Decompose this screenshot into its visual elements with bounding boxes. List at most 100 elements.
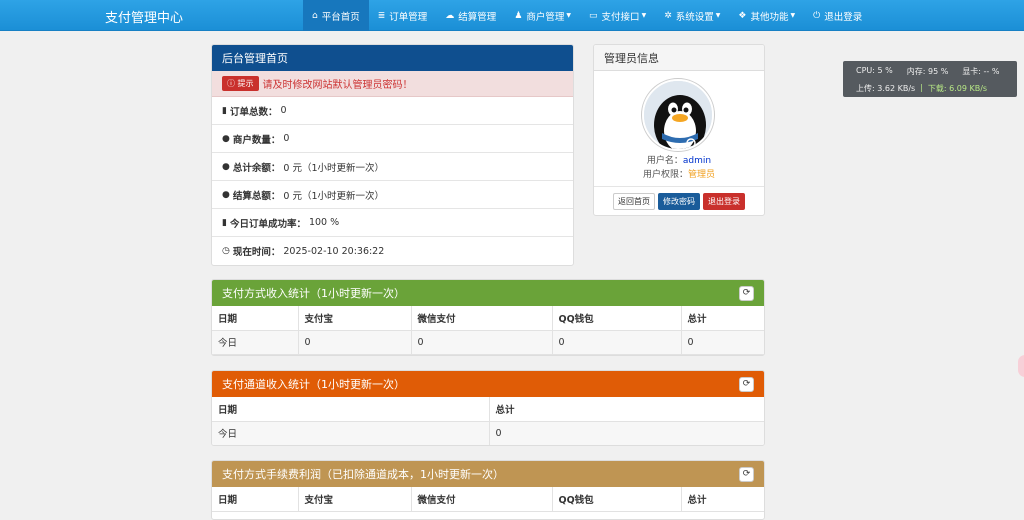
clock-icon: ◷: [222, 246, 230, 256]
fee-profit-title-text: 支付方式手续费利润（已扣除通道成本，1小时更新一次）: [222, 468, 504, 481]
column-header: 微信支付: [411, 306, 553, 331]
cube-icon: ❖: [738, 10, 747, 21]
pay-method-income-title-text: 支付方式收入统计（1小时更新一次）: [222, 287, 405, 300]
caret-down-icon: ▼: [790, 12, 796, 19]
admin-home-title: 后台管理首页: [212, 45, 573, 71]
channel-income-title: 支付通道收入统计（1小时更新一次） ⟳: [212, 371, 764, 397]
fee-profit-panel: 支付方式手续费利润（已扣除通道成本，1小时更新一次） ⟳ 日期 支付宝 微信支付 QQ…: [211, 460, 765, 520]
channel-income-title-text: 支付通道收入统计（1小时更新一次）: [222, 378, 405, 391]
column-header: QQ钱包: [552, 306, 682, 331]
stat-label: 今日订单成功率：: [229, 218, 306, 230]
table-body: 今日 0: [212, 421, 764, 445]
drop-icon: ●: [222, 189, 230, 200]
stat-row: ▮ 订单总数： 0: [212, 97, 573, 125]
nav-item-label: 平台首页: [321, 11, 360, 23]
stat-row: ◷ 现在时间： 2025-02-10 20:36:22: [212, 237, 573, 265]
stat-value: 0: [283, 133, 290, 144]
role-line: 用户权限：管理员: [594, 167, 764, 180]
nav-item-label: 退出登录: [824, 11, 863, 23]
nav-item-label: 商户管理: [526, 11, 565, 23]
admin-home-panel: 后台管理首页 ⓘ 提示 请及时修改网站默认管理员密码！ ▮ 订单总数： 0 ● 商户数量…: [211, 44, 574, 266]
info-icon: ⓘ: [227, 79, 238, 88]
nav-item-7[interactable]: ⏻ 退出登录: [804, 0, 871, 31]
column-header: 总计: [681, 487, 764, 512]
side-float-button[interactable]: [1018, 355, 1024, 377]
column-header: 支付宝: [298, 306, 412, 331]
column-header: 总计: [489, 397, 764, 422]
nav-item-1[interactable]: ≣ 订单管理: [369, 0, 437, 31]
nav-item-2[interactable]: ☁ 结算管理: [436, 0, 505, 31]
avatar: [642, 79, 714, 151]
back-home-button[interactable]: 返回首页: [613, 193, 655, 210]
monitor-network-row: 上传: 3.62 KB/s | 下载: 6.09 KB/s: [856, 83, 987, 94]
nav-item-0[interactable]: ⌂ 平台首页: [303, 0, 369, 31]
refresh-icon[interactable]: ⟳: [739, 376, 754, 392]
system-monitor-widget[interactable]: CPU: 5 % 内存: 95 % 显卡: -- % 上传: 3.62 KB/s…: [843, 61, 1017, 97]
alert-text: 请及时修改网站默认管理员密码！: [262, 80, 413, 91]
nav-item-label: 其他功能: [750, 11, 789, 23]
brand-title[interactable]: 支付管理中心: [105, 7, 183, 26]
top-navbar: 支付管理中心 ⌂ 平台首页 ≣ 订单管理 ☁ 结算管理 ♟ 商户管理 ▼ ▭ 支付接口 ▼ ✲ 系统设置 ▼…: [0, 0, 1024, 31]
role-label: 用户权限：: [642, 170, 688, 180]
refresh-icon[interactable]: ⟳: [739, 285, 754, 301]
cloud-icon: ☁: [445, 10, 455, 21]
pay-method-income-panel: 支付方式收入统计（1小时更新一次） ⟳ 日期 支付宝 微信支付 QQ钱包 总计 今日 0 0…: [211, 279, 765, 356]
column-header: 支付宝: [298, 487, 412, 512]
role-value: 管理员: [688, 170, 716, 180]
admin-actions: 返回首页 修改密码 退出登录: [594, 186, 764, 215]
stat-label: 订单总数：: [229, 106, 278, 118]
drop-icon: ●: [222, 133, 230, 144]
admin-info-title: 管理员信息: [594, 45, 764, 71]
caret-down-icon: ▼: [566, 12, 572, 19]
alert-badge: ⓘ 提示: [222, 76, 259, 91]
table-header-row: 日期 支付宝 微信支付 QQ钱包 总计: [212, 306, 764, 331]
nav-item-label: 结算管理: [458, 11, 497, 23]
column-header: 总计: [681, 306, 764, 331]
separator: |: [920, 83, 923, 92]
column-header: 日期: [212, 487, 299, 512]
pay-method-income-title: 支付方式收入统计（1小时更新一次） ⟳: [212, 280, 764, 306]
home-icon: ⌂: [312, 10, 318, 21]
upload-speed: 上传: 3.62 KB/s: [856, 84, 916, 93]
nav-item-label: 系统设置: [675, 11, 714, 23]
change-password-button[interactable]: 修改密码: [658, 193, 700, 210]
list-icon: ≣: [377, 10, 386, 21]
logout-button[interactable]: 退出登录: [703, 193, 745, 210]
cpu-usage: CPU: 5 %: [856, 66, 893, 75]
stat-label: 结算总额：: [232, 190, 281, 202]
main-nav: ⌂ 平台首页 ≣ 订单管理 ☁ 结算管理 ♟ 商户管理 ▼ ▭ 支付接口 ▼ ✲ 系统设置 ▼ ❖ 其他功能 ▼ ⏻…: [303, 0, 871, 31]
stat-value: 100 %: [308, 217, 340, 228]
column-header: 微信支付: [411, 487, 553, 512]
fee-profit-title: 支付方式手续费利润（已扣除通道成本，1小时更新一次） ⟳: [212, 461, 764, 487]
nav-item-3[interactable]: ♟ 商户管理 ▼: [505, 0, 580, 31]
table-cell: 0: [411, 330, 553, 355]
penguin-avatar-icon: [644, 81, 712, 149]
refresh-icon[interactable]: ⟳: [739, 466, 754, 482]
stat-label: 现在时间：: [232, 247, 281, 258]
user-icon: ♟: [514, 10, 523, 21]
stat-value: 0 元（1小时更新一次）: [283, 162, 384, 174]
stat-label: 总计余额：: [232, 162, 281, 174]
table-cell: 0: [552, 330, 682, 355]
stat-value: 0: [280, 105, 287, 116]
nav-item-6[interactable]: ❖ 其他功能 ▼: [729, 0, 804, 31]
nav-item-label: 订单管理: [389, 11, 428, 23]
stat-row: ● 商户数量： 0: [212, 125, 573, 153]
stats-list: ▮ 订单总数： 0 ● 商户数量： 0 ● 总计余额： 0 元（1小时更新一次） ● 结算总额： 0 …: [212, 97, 573, 265]
table-header-row: 日期 总计: [212, 397, 764, 422]
memory-usage: 内存: 95 %: [906, 67, 949, 76]
drop-icon: ●: [222, 161, 230, 172]
channel-income-table: 日期 总计 今日 0: [212, 397, 764, 445]
nav-item-label: 支付接口: [601, 11, 640, 23]
table-row: 今日 0: [212, 421, 764, 445]
stat-value: 0 元（1小时更新一次）: [283, 190, 384, 202]
table-header-row: 日期 支付宝 微信支付 QQ钱包 总计: [212, 487, 764, 512]
nav-item-5[interactable]: ✲ 系统设置 ▼: [655, 0, 729, 31]
pay-method-income-table: 日期 支付宝 微信支付 QQ钱包 总计 今日 0 0 0 0: [212, 306, 764, 355]
table-cell: 0: [681, 330, 764, 355]
username-label: 用户名：: [646, 156, 683, 166]
channel-income-panel: 支付通道收入统计（1小时更新一次） ⟳ 日期 总计 今日 0: [211, 370, 765, 446]
table-cell: 今日: [212, 330, 299, 355]
nav-item-4[interactable]: ▭ 支付接口 ▼: [580, 0, 655, 31]
column-header: 日期: [212, 397, 490, 422]
